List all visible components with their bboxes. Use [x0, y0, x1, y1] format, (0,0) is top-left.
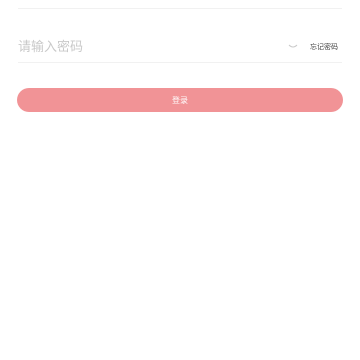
eye-closed-icon[interactable] [286, 40, 300, 54]
login-button[interactable]: 登录 [17, 88, 343, 112]
forgot-password-link[interactable]: 忘记密码 [310, 42, 338, 52]
password-row: 忘记密码 [18, 32, 342, 63]
username-field-underline [18, 8, 342, 9]
password-input[interactable] [18, 33, 286, 61]
login-page: 忘记密码 登录 [0, 0, 360, 360]
